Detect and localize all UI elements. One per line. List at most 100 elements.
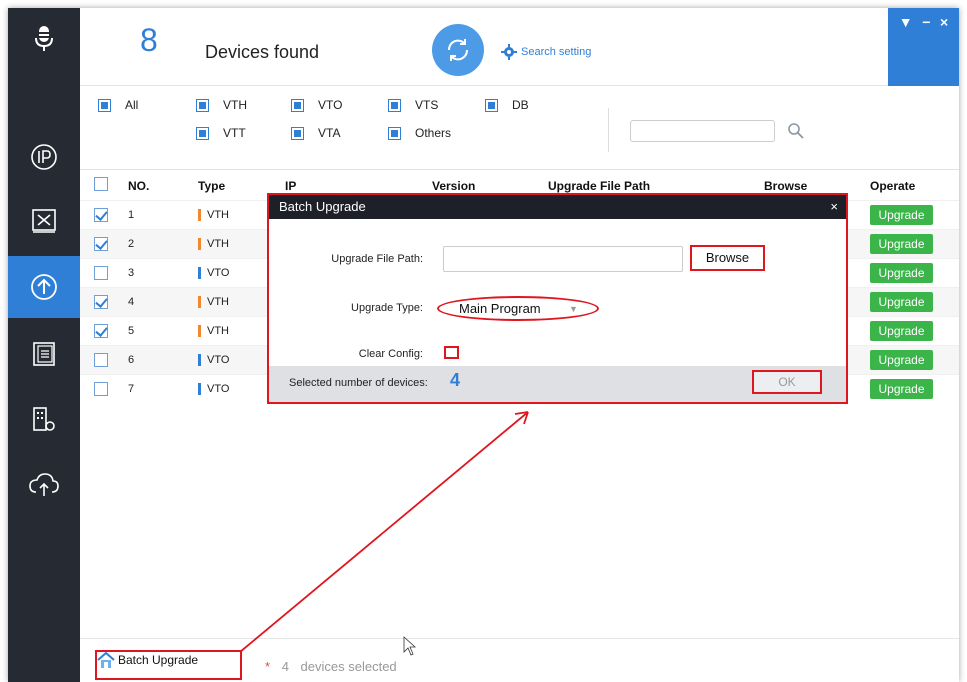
type-filters: All VTH VTO VTS DB VTT VTA Others (80, 86, 959, 170)
tools-icon (32, 209, 56, 233)
upgrade-button[interactable]: Upgrade (870, 379, 933, 399)
batch-upgrade-highlight (95, 650, 242, 680)
row-no: 4 (128, 296, 135, 308)
ok-button[interactable]: OK (752, 370, 822, 394)
row-no: 5 (128, 325, 135, 337)
row-type: VTH (198, 238, 229, 250)
selected-count: 4 (281, 659, 289, 674)
devices-found-label: Devices found (205, 42, 320, 62)
sidebar-item-ip[interactable] (8, 126, 80, 188)
filter-vts-checkbox[interactable] (388, 98, 401, 112)
gear-icon (501, 44, 517, 60)
select-all-checkbox[interactable] (94, 177, 108, 191)
row-checkbox[interactable] (94, 237, 108, 251)
clear-config-checkbox[interactable] (444, 346, 459, 359)
filter-vto-label: VTO (318, 98, 343, 112)
selected-devices-label: Selected number of devices: (289, 377, 428, 389)
filter-vth[interactable]: VTH (196, 98, 247, 112)
row-no: 6 (128, 354, 135, 366)
filter-vto[interactable]: VTO (291, 98, 342, 112)
filter-vto-checkbox[interactable] (291, 98, 304, 112)
upgrade-type-value: Main Program (459, 301, 541, 316)
filter-others[interactable]: Others (388, 126, 451, 140)
row-no: 1 (128, 209, 135, 221)
search-icon[interactable] (787, 122, 805, 140)
row-checkbox[interactable] (94, 353, 108, 367)
search-setting-link[interactable]: Search setting (501, 44, 591, 60)
chevron-down-icon: ▼ (569, 304, 578, 314)
row-checkbox[interactable] (94, 324, 108, 338)
filter-others-checkbox[interactable] (388, 126, 401, 140)
upgrade-button[interactable]: Upgrade (870, 263, 933, 283)
filter-vts-label: VTS (415, 98, 439, 112)
row-type: VTO (198, 267, 229, 279)
sidebar-item-microphone[interactable] (8, 8, 80, 70)
row-checkbox[interactable] (94, 208, 108, 222)
upgrade-button[interactable]: Upgrade (870, 205, 933, 225)
filter-db-label: DB (512, 98, 529, 112)
filter-vta-label: VTA (318, 126, 341, 140)
refresh-search-button[interactable] (432, 24, 484, 76)
row-type: VTO (198, 354, 229, 366)
sidebar-item-tools[interactable] (8, 190, 80, 252)
upgrade-file-path-input[interactable] (443, 246, 683, 272)
refresh-icon (447, 39, 469, 61)
header: 8 Devices found Search setting ▼ − × (80, 8, 959, 86)
row-checkbox[interactable] (94, 266, 108, 280)
sidebar (8, 8, 80, 682)
microphone-icon (35, 26, 53, 51)
row-no: 2 (128, 238, 135, 250)
row-checkbox[interactable] (94, 295, 108, 309)
upgrade-type-label: Upgrade Type: (351, 302, 423, 314)
dialog-footer: Selected number of devices: 4 OK (269, 366, 846, 402)
building-settings-icon (33, 407, 55, 431)
filter-all-checkbox[interactable] (98, 98, 111, 112)
filter-all-label: All (125, 98, 139, 112)
row-type: VTH (198, 296, 229, 308)
file-path-label: Upgrade File Path: (331, 253, 423, 265)
sidebar-item-documents[interactable] (8, 323, 80, 385)
required-star-icon: * (265, 659, 271, 674)
close-icon[interactable]: × (940, 14, 948, 30)
sidebar-item-upgrade[interactable] (8, 256, 80, 318)
dialog-close-icon[interactable]: × (830, 195, 838, 219)
row-checkbox[interactable] (94, 382, 108, 396)
filter-divider (608, 108, 609, 152)
filter-db-checkbox[interactable] (485, 98, 498, 112)
filter-vtt[interactable]: VTT (196, 126, 246, 140)
header-version: Version (432, 179, 476, 193)
browse-button[interactable]: Browse (690, 245, 765, 271)
upgrade-button[interactable]: Upgrade (870, 350, 933, 370)
sidebar-item-building[interactable] (8, 389, 80, 451)
clear-config-label: Clear Config: (358, 348, 423, 360)
dialog-title: Batch Upgrade × (269, 195, 846, 219)
filter-vtt-checkbox[interactable] (196, 126, 209, 140)
sidebar-item-cloud[interactable] (8, 453, 80, 515)
filter-db[interactable]: DB (485, 98, 529, 112)
upgrade-button[interactable]: Upgrade (870, 292, 933, 312)
filter-vth-checkbox[interactable] (196, 98, 209, 112)
selected-devices-count: 4 (450, 370, 461, 390)
ip-icon (31, 144, 57, 170)
filter-vtt-label: VTT (223, 126, 246, 140)
upgrade-button[interactable]: Upgrade (870, 321, 933, 341)
row-no: 3 (128, 267, 135, 279)
filter-vts[interactable]: VTS (388, 98, 438, 112)
document-icon (33, 342, 55, 366)
minimize-icon[interactable]: − (922, 14, 930, 30)
batch-upgrade-dialog: Batch Upgrade × Upgrade File Path: Brows… (267, 193, 848, 404)
device-search-input[interactable] (630, 120, 775, 142)
upgrade-button[interactable]: Upgrade (870, 234, 933, 254)
filter-all[interactable]: All (98, 98, 138, 112)
dropdown-icon[interactable]: ▼ (899, 14, 913, 30)
header-browse: Browse (764, 179, 808, 193)
filter-vta[interactable]: VTA (291, 126, 340, 140)
header-type: Type (198, 179, 226, 193)
row-type: VTH (198, 209, 229, 221)
upgrade-type-select[interactable]: Main Program ▼ (437, 296, 599, 321)
cloud-upload-icon (29, 473, 59, 496)
row-type: VTH (198, 325, 229, 337)
upgrade-icon (31, 274, 57, 300)
header-operate: Operate (870, 179, 916, 193)
filter-vta-checkbox[interactable] (291, 126, 304, 140)
